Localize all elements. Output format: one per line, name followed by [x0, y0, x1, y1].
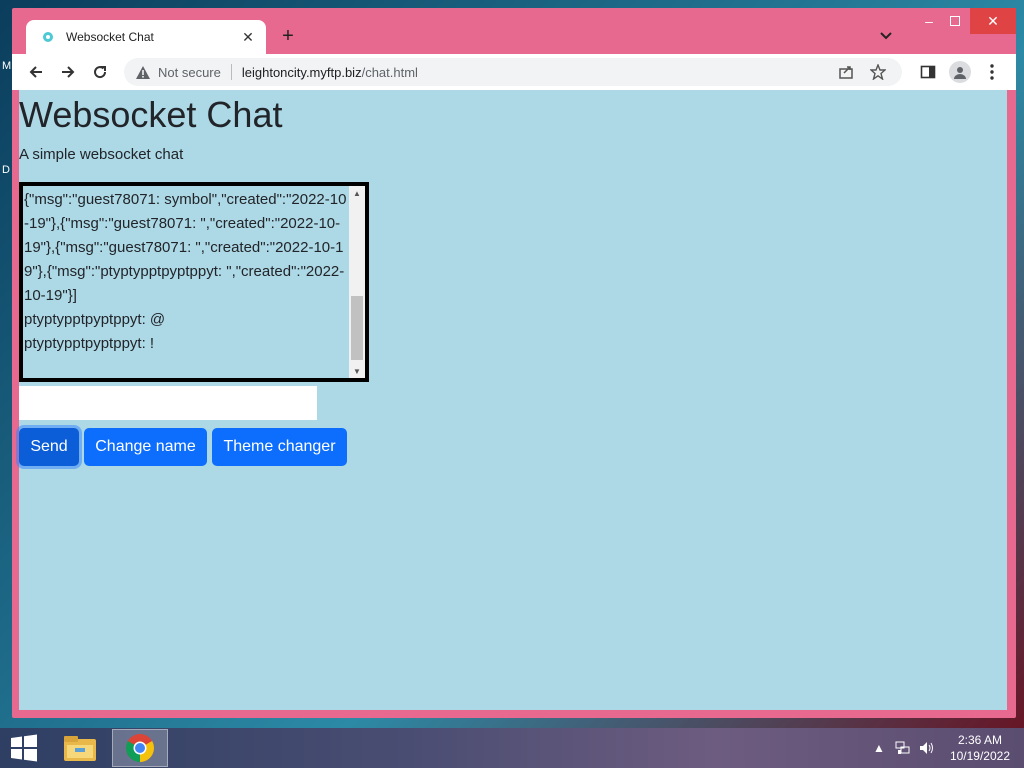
- chat-line: ptyptypptpyptppyt: !: [24, 335, 155, 352]
- volume-icon[interactable]: [916, 737, 938, 759]
- new-tab-icon[interactable]: +: [276, 24, 300, 48]
- chat-log: {"msg":"guest78071: symbol","created":"2…: [23, 186, 347, 378]
- page-content: Websocket Chat A simple websocket chat {…: [19, 90, 1007, 710]
- desktop-edge-letter: M: [2, 60, 12, 72]
- tray-expand-icon[interactable]: ▲: [868, 737, 890, 759]
- browser-tab[interactable]: Websocket Chat ✕: [26, 20, 266, 54]
- tab-title: Websocket Chat: [66, 30, 154, 44]
- browser-menu-icon[interactable]: [978, 58, 1006, 86]
- minimize-icon[interactable]: –: [916, 8, 942, 34]
- chat-scrollbar[interactable]: ▲ ▼: [349, 186, 365, 378]
- maximize-icon[interactable]: [942, 8, 968, 34]
- reload-icon[interactable]: [86, 58, 114, 86]
- message-input[interactable]: [19, 386, 317, 420]
- scroll-up-arrow-icon[interactable]: ▲: [349, 186, 365, 200]
- theme-changer-button[interactable]: Theme changer: [212, 428, 347, 466]
- tab-close-icon[interactable]: ✕: [240, 29, 256, 45]
- file-explorer-icon[interactable]: [52, 729, 108, 767]
- url-host: leightoncity.myftp.biz: [241, 64, 362, 80]
- browser-window: Websocket Chat ✕ + – ✕ Not secure leight…: [12, 8, 1016, 718]
- windows-start-icon[interactable]: [0, 728, 48, 768]
- taskbar: ▲ 2:36 AM 10/19/2022: [0, 728, 1024, 768]
- scrollbar-thumb[interactable]: [351, 296, 363, 360]
- chat-line: ptyptypptpyptppyt: @: [24, 311, 166, 328]
- taskbar-clock[interactable]: 2:36 AM 10/19/2022: [940, 732, 1024, 764]
- change-name-button[interactable]: Change name: [84, 428, 207, 466]
- tab-favicon-icon: [40, 29, 56, 45]
- bookmark-star-icon[interactable]: [866, 60, 890, 84]
- chat-line: {"msg":"guest78071: symbol","created":"2…: [24, 191, 347, 304]
- address-bar[interactable]: Not secure leightoncity.myftp.biz/chat.h…: [124, 58, 902, 86]
- tab-search-chevron-icon[interactable]: [876, 26, 896, 46]
- system-tray: ▲ 2:36 AM 10/19/2022: [868, 728, 1024, 768]
- tab-strip: Websocket Chat ✕ + – ✕: [12, 8, 1016, 54]
- page-title: Websocket Chat: [19, 94, 283, 135]
- close-window-icon[interactable]: ✕: [970, 8, 1016, 34]
- chat-log-box[interactable]: {"msg":"guest78071: symbol","created":"2…: [19, 182, 369, 382]
- network-icon[interactable]: [892, 737, 914, 759]
- scroll-down-arrow-icon[interactable]: ▼: [349, 364, 365, 378]
- page-subtitle: A simple websocket chat: [19, 146, 184, 163]
- back-arrow-icon[interactable]: [22, 58, 50, 86]
- desktop-edge-letter: D: [2, 164, 10, 176]
- forward-arrow-icon[interactable]: [54, 58, 82, 86]
- clock-date: 10/19/2022: [949, 749, 1010, 763]
- security-label[interactable]: Not secure: [158, 65, 221, 80]
- chrome-taskbar-icon[interactable]: [112, 729, 168, 767]
- side-panel-icon[interactable]: [914, 58, 942, 86]
- browser-toolbar: Not secure leightoncity.myftp.biz/chat.h…: [12, 54, 1016, 90]
- address-divider: [230, 64, 232, 80]
- warning-triangle-icon[interactable]: [136, 65, 150, 79]
- share-icon[interactable]: [834, 60, 858, 84]
- profile-avatar-icon[interactable]: [946, 58, 974, 86]
- send-button[interactable]: Send: [19, 428, 79, 466]
- url-path: /chat.html: [361, 64, 418, 80]
- clock-time: 2:36 AM: [957, 733, 1002, 747]
